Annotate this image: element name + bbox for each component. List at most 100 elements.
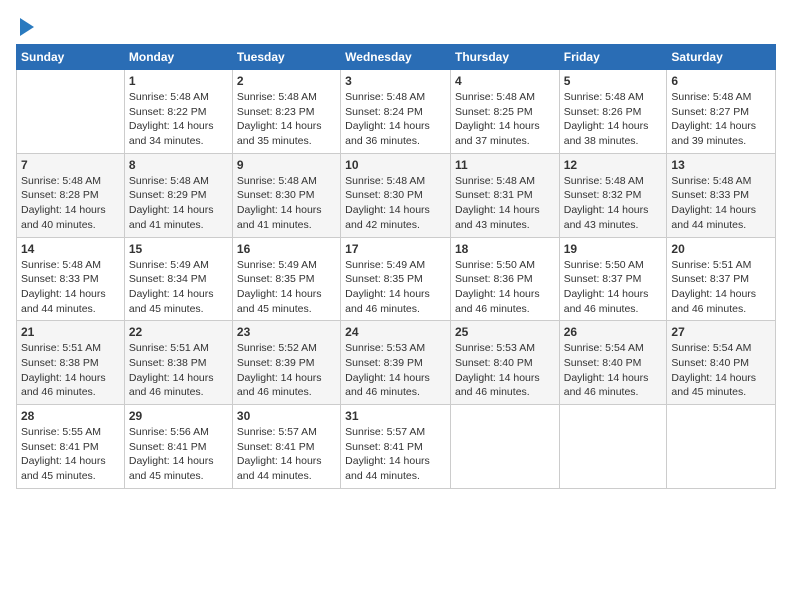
column-header-monday: Monday <box>124 45 232 70</box>
day-info: Sunrise: 5:50 AMSunset: 8:37 PMDaylight:… <box>564 258 663 317</box>
logo <box>16 16 34 34</box>
column-header-thursday: Thursday <box>450 45 559 70</box>
day-number: 12 <box>564 158 663 172</box>
day-number: 23 <box>237 325 336 339</box>
day-info: Sunrise: 5:54 AMSunset: 8:40 PMDaylight:… <box>671 341 771 400</box>
day-number: 25 <box>455 325 555 339</box>
day-info: Sunrise: 5:49 AMSunset: 8:34 PMDaylight:… <box>129 258 228 317</box>
day-number: 4 <box>455 74 555 88</box>
day-info: Sunrise: 5:48 AMSunset: 8:23 PMDaylight:… <box>237 90 336 149</box>
day-number: 14 <box>21 242 120 256</box>
day-info: Sunrise: 5:51 AMSunset: 8:38 PMDaylight:… <box>129 341 228 400</box>
page-header <box>16 16 776 34</box>
week-row-3: 14 Sunrise: 5:48 AMSunset: 8:33 PMDayligh… <box>17 237 776 321</box>
day-number: 27 <box>671 325 771 339</box>
day-info: Sunrise: 5:48 AMSunset: 8:28 PMDaylight:… <box>21 174 120 233</box>
day-cell: 31 Sunrise: 5:57 AMSunset: 8:41 PMDayligh… <box>341 405 451 489</box>
day-cell: 27 Sunrise: 5:54 AMSunset: 8:40 PMDayligh… <box>667 321 776 405</box>
day-cell <box>667 405 776 489</box>
day-number: 19 <box>564 242 663 256</box>
day-info: Sunrise: 5:57 AMSunset: 8:41 PMDaylight:… <box>345 425 446 484</box>
day-info: Sunrise: 5:49 AMSunset: 8:35 PMDaylight:… <box>237 258 336 317</box>
column-header-sunday: Sunday <box>17 45 125 70</box>
week-row-5: 28 Sunrise: 5:55 AMSunset: 8:41 PMDayligh… <box>17 405 776 489</box>
day-cell: 19 Sunrise: 5:50 AMSunset: 8:37 PMDayligh… <box>559 237 667 321</box>
day-number: 2 <box>237 74 336 88</box>
day-info: Sunrise: 5:57 AMSunset: 8:41 PMDaylight:… <box>237 425 336 484</box>
day-info: Sunrise: 5:48 AMSunset: 8:33 PMDaylight:… <box>671 174 771 233</box>
day-info: Sunrise: 5:48 AMSunset: 8:22 PMDaylight:… <box>129 90 228 149</box>
week-row-1: 1 Sunrise: 5:48 AMSunset: 8:22 PMDaylight… <box>17 70 776 154</box>
day-number: 16 <box>237 242 336 256</box>
day-number: 21 <box>21 325 120 339</box>
day-cell: 15 Sunrise: 5:49 AMSunset: 8:34 PMDayligh… <box>124 237 232 321</box>
day-info: Sunrise: 5:48 AMSunset: 8:33 PMDaylight:… <box>21 258 120 317</box>
logo-text <box>16 16 34 34</box>
day-number: 6 <box>671 74 771 88</box>
day-number: 30 <box>237 409 336 423</box>
day-cell: 30 Sunrise: 5:57 AMSunset: 8:41 PMDayligh… <box>232 405 340 489</box>
day-number: 8 <box>129 158 228 172</box>
header-row: SundayMondayTuesdayWednesdayThursdayFrid… <box>17 45 776 70</box>
day-number: 24 <box>345 325 446 339</box>
day-cell: 25Sunrise: 5:53 AMSunset: 8:40 PMDayligh… <box>450 321 559 405</box>
day-number: 20 <box>671 242 771 256</box>
day-info: Sunrise: 5:49 AMSunset: 8:35 PMDaylight:… <box>345 258 446 317</box>
day-number: 7 <box>21 158 120 172</box>
day-cell: 18Sunrise: 5:50 AMSunset: 8:36 PMDayligh… <box>450 237 559 321</box>
day-cell: 13 Sunrise: 5:48 AMSunset: 8:33 PMDayligh… <box>667 153 776 237</box>
day-number: 18 <box>455 242 555 256</box>
day-info: Sunrise: 5:56 AMSunset: 8:41 PMDaylight:… <box>129 425 228 484</box>
day-cell: 14 Sunrise: 5:48 AMSunset: 8:33 PMDayligh… <box>17 237 125 321</box>
day-number: 29 <box>129 409 228 423</box>
column-header-friday: Friday <box>559 45 667 70</box>
day-number: 13 <box>671 158 771 172</box>
day-number: 1 <box>129 74 228 88</box>
day-cell: 4 Sunrise: 5:48 AMSunset: 8:25 PMDaylight… <box>450 70 559 154</box>
day-number: 31 <box>345 409 446 423</box>
day-cell: 26 Sunrise: 5:54 AMSunset: 8:40 PMDayligh… <box>559 321 667 405</box>
column-header-wednesday: Wednesday <box>341 45 451 70</box>
day-cell: 12 Sunrise: 5:48 AMSunset: 8:32 PMDayligh… <box>559 153 667 237</box>
day-info: Sunrise: 5:54 AMSunset: 8:40 PMDaylight:… <box>564 341 663 400</box>
day-number: 9 <box>237 158 336 172</box>
week-row-4: 21 Sunrise: 5:51 AMSunset: 8:38 PMDayligh… <box>17 321 776 405</box>
day-info: Sunrise: 5:48 AMSunset: 8:30 PMDaylight:… <box>237 174 336 233</box>
day-info: Sunrise: 5:51 AMSunset: 8:38 PMDaylight:… <box>21 341 120 400</box>
day-cell: 5Sunrise: 5:48 AMSunset: 8:26 PMDaylight… <box>559 70 667 154</box>
day-cell: 9 Sunrise: 5:48 AMSunset: 8:30 PMDaylight… <box>232 153 340 237</box>
day-number: 3 <box>345 74 446 88</box>
day-cell: 6 Sunrise: 5:48 AMSunset: 8:27 PMDaylight… <box>667 70 776 154</box>
day-cell: 7 Sunrise: 5:48 AMSunset: 8:28 PMDaylight… <box>17 153 125 237</box>
day-info: Sunrise: 5:55 AMSunset: 8:41 PMDaylight:… <box>21 425 120 484</box>
day-info: Sunrise: 5:48 AMSunset: 8:32 PMDaylight:… <box>564 174 663 233</box>
day-number: 11 <box>455 158 555 172</box>
day-cell: 17 Sunrise: 5:49 AMSunset: 8:35 PMDayligh… <box>341 237 451 321</box>
day-cell <box>450 405 559 489</box>
column-header-tuesday: Tuesday <box>232 45 340 70</box>
day-cell <box>559 405 667 489</box>
day-info: Sunrise: 5:53 AMSunset: 8:39 PMDaylight:… <box>345 341 446 400</box>
day-info: Sunrise: 5:51 AMSunset: 8:37 PMDaylight:… <box>671 258 771 317</box>
day-cell: 16 Sunrise: 5:49 AMSunset: 8:35 PMDayligh… <box>232 237 340 321</box>
day-info: Sunrise: 5:48 AMSunset: 8:24 PMDaylight:… <box>345 90 446 149</box>
day-number: 15 <box>129 242 228 256</box>
week-row-2: 7 Sunrise: 5:48 AMSunset: 8:28 PMDaylight… <box>17 153 776 237</box>
day-cell: 23Sunrise: 5:52 AMSunset: 8:39 PMDayligh… <box>232 321 340 405</box>
day-cell: 2 Sunrise: 5:48 AMSunset: 8:23 PMDaylight… <box>232 70 340 154</box>
day-cell: 20 Sunrise: 5:51 AMSunset: 8:37 PMDayligh… <box>667 237 776 321</box>
day-cell: 21 Sunrise: 5:51 AMSunset: 8:38 PMDayligh… <box>17 321 125 405</box>
day-number: 28 <box>21 409 120 423</box>
day-info: Sunrise: 5:48 AMSunset: 8:27 PMDaylight:… <box>671 90 771 149</box>
day-cell: 10Sunrise: 5:48 AMSunset: 8:30 PMDayligh… <box>341 153 451 237</box>
column-header-saturday: Saturday <box>667 45 776 70</box>
day-info: Sunrise: 5:48 AMSunset: 8:31 PMDaylight:… <box>455 174 555 233</box>
day-info: Sunrise: 5:48 AMSunset: 8:25 PMDaylight:… <box>455 90 555 149</box>
day-number: 10 <box>345 158 446 172</box>
day-cell <box>17 70 125 154</box>
day-number: 22 <box>129 325 228 339</box>
day-cell: 11 Sunrise: 5:48 AMSunset: 8:31 PMDayligh… <box>450 153 559 237</box>
day-number: 26 <box>564 325 663 339</box>
day-number: 17 <box>345 242 446 256</box>
day-cell: 29 Sunrise: 5:56 AMSunset: 8:41 PMDayligh… <box>124 405 232 489</box>
